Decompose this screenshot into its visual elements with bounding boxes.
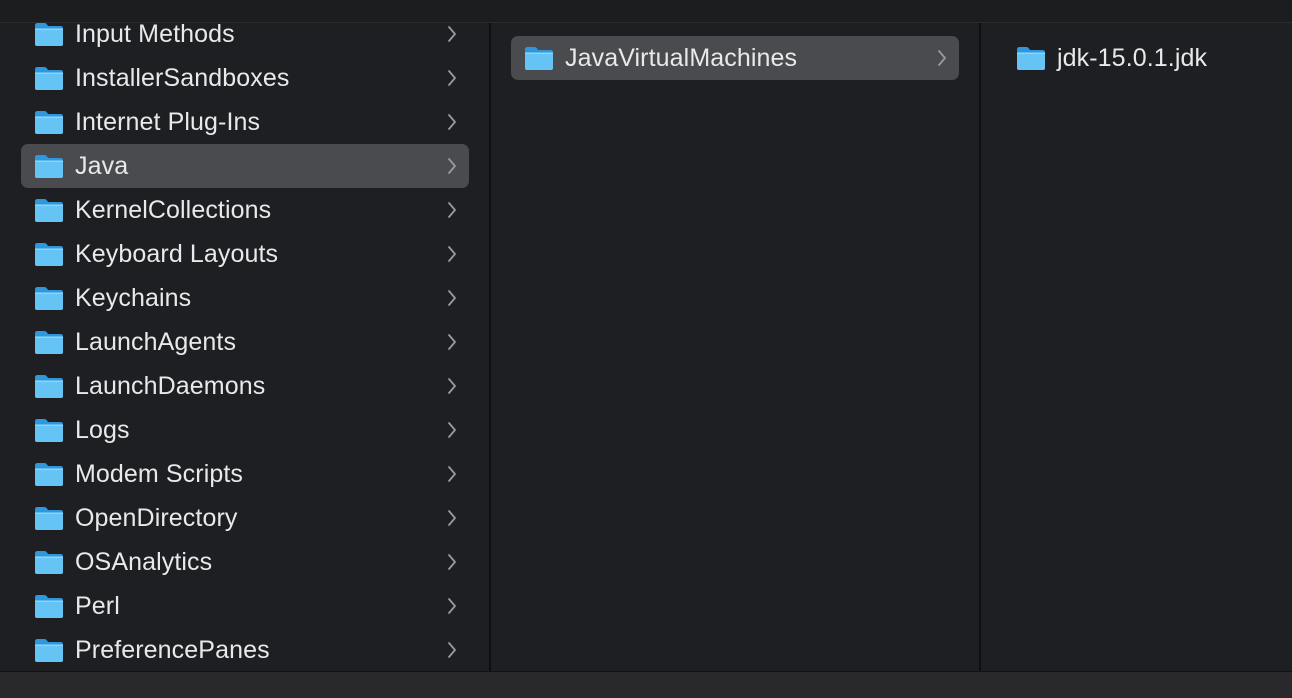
chevron-right-icon xyxy=(447,25,457,43)
folder-icon xyxy=(34,109,64,135)
folder-name: PreferencePanes xyxy=(75,636,270,664)
folder-icon xyxy=(34,329,64,355)
folder-name: Modem Scripts xyxy=(75,460,244,488)
chevron-right-icon xyxy=(447,641,457,659)
folder-row[interactable]: Logs xyxy=(21,408,469,452)
folder-row[interactable]: Perl xyxy=(21,584,469,628)
folder-name: jdk-15.0.1.jdk xyxy=(1057,44,1208,72)
file-list: jdk-15.0.1.jdk xyxy=(981,36,1292,80)
folder-icon xyxy=(34,417,64,443)
folder-icon xyxy=(34,373,64,399)
folder-name: Internet Plug-Ins xyxy=(75,108,261,136)
folder-icon xyxy=(1016,45,1046,71)
chevron-right-icon xyxy=(447,157,457,175)
folder-icon xyxy=(34,637,64,663)
folder-row[interactable]: jdk-15.0.1.jdk xyxy=(1003,36,1283,80)
folder-row[interactable]: Input Methods xyxy=(21,23,469,56)
folder-row[interactable]: KernelCollections xyxy=(21,188,469,232)
folder-row[interactable]: LaunchDaemons xyxy=(21,364,469,408)
path-bar xyxy=(0,671,1292,698)
chevron-right-icon xyxy=(447,201,457,219)
folder-row[interactable]: Java xyxy=(21,144,469,188)
chevron-right-icon xyxy=(447,553,457,571)
folder-row[interactable]: Internet Plug-Ins xyxy=(21,100,469,144)
folder-row[interactable]: Modem Scripts xyxy=(21,452,469,496)
folder-name: Java xyxy=(75,152,129,180)
chevron-right-icon xyxy=(447,69,457,87)
folder-name: LaunchAgents xyxy=(75,328,237,356)
folder-row[interactable]: OpenDirectory xyxy=(21,496,469,540)
folder-name: Input Methods xyxy=(75,23,235,48)
column-library[interactable]: Input Methods InstallerSandboxes Interne… xyxy=(0,23,489,671)
folder-name: OSAnalytics xyxy=(75,548,213,576)
folder-name: Keyboard Layouts xyxy=(75,240,279,268)
folder-icon xyxy=(34,593,64,619)
finder-column-view: Input Methods InstallerSandboxes Interne… xyxy=(0,0,1292,698)
folder-name: Logs xyxy=(75,416,130,444)
chevron-right-icon xyxy=(447,465,457,483)
folder-icon xyxy=(34,197,64,223)
chevron-right-icon xyxy=(447,333,457,351)
file-list: Input Methods InstallerSandboxes Interne… xyxy=(0,23,489,671)
folder-icon xyxy=(34,505,64,531)
folder-icon xyxy=(34,285,64,311)
column-java[interactable]: JavaVirtualMachines xyxy=(491,23,979,671)
folder-row[interactable]: Keyboard Layouts xyxy=(21,232,469,276)
chevron-right-icon xyxy=(447,597,457,615)
folder-icon xyxy=(34,23,64,47)
folder-row[interactable]: PreferencePanes xyxy=(21,628,469,671)
chevron-right-icon xyxy=(937,49,947,67)
chevron-right-icon xyxy=(447,113,457,131)
folder-name: KernelCollections xyxy=(75,196,272,224)
toolbar-edge xyxy=(0,0,1292,23)
chevron-right-icon xyxy=(447,245,457,263)
folder-icon xyxy=(524,45,554,71)
folder-row[interactable]: OSAnalytics xyxy=(21,540,469,584)
chevron-right-icon xyxy=(447,421,457,439)
folder-name: JavaVirtualMachines xyxy=(565,44,798,72)
folder-row[interactable]: Keychains xyxy=(21,276,469,320)
file-list: JavaVirtualMachines xyxy=(491,36,979,80)
folder-row[interactable]: JavaVirtualMachines xyxy=(511,36,959,80)
folder-icon xyxy=(34,549,64,575)
folder-name: LaunchDaemons xyxy=(75,372,266,400)
folder-row[interactable]: InstallerSandboxes xyxy=(21,56,469,100)
folder-name: OpenDirectory xyxy=(75,504,238,532)
folder-row[interactable]: LaunchAgents xyxy=(21,320,469,364)
folder-icon xyxy=(34,241,64,267)
column-javavirtualmachines[interactable]: jdk-15.0.1.jdk xyxy=(981,23,1292,671)
chevron-right-icon xyxy=(447,509,457,527)
folder-name: Perl xyxy=(75,592,120,620)
folder-name: Keychains xyxy=(75,284,192,312)
folder-name: InstallerSandboxes xyxy=(75,64,290,92)
folder-icon xyxy=(34,153,64,179)
folder-icon xyxy=(34,65,64,91)
chevron-right-icon xyxy=(447,289,457,307)
chevron-right-icon xyxy=(447,377,457,395)
folder-icon xyxy=(34,461,64,487)
